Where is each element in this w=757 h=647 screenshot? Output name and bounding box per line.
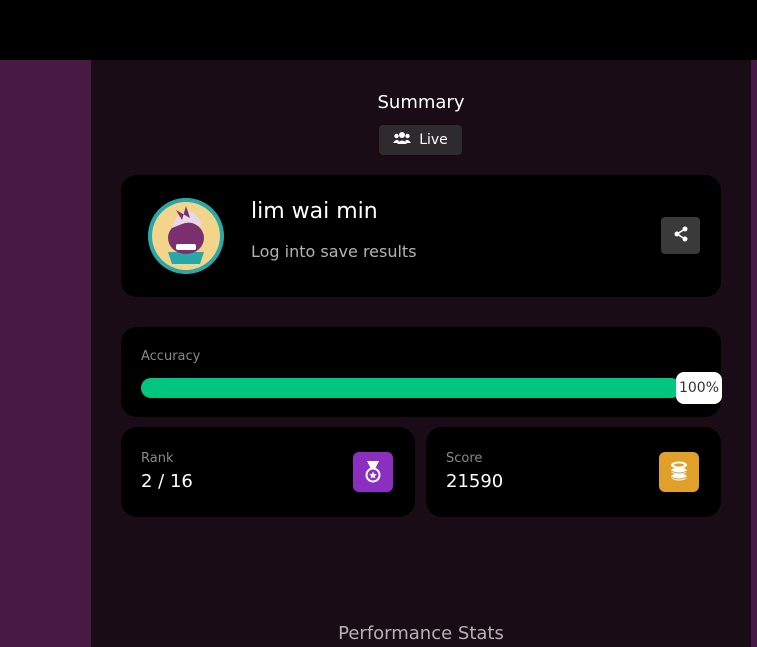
live-label: Live: [419, 132, 448, 148]
live-mode-badge: Live: [379, 125, 462, 155]
right-side-strip: [751, 60, 757, 647]
accuracy-label: Accuracy: [141, 349, 201, 364]
accuracy-percent: 100%: [676, 372, 722, 404]
summary-panel: Summary Live lim wai min Log into save r…: [91, 60, 751, 647]
rank-value: 2 / 16: [141, 471, 193, 492]
profile-card: lim wai min Log into save results: [121, 175, 721, 297]
medal-icon: [353, 452, 393, 492]
page-title: Summary: [377, 92, 465, 113]
users-icon: [393, 131, 412, 149]
share-icon: [673, 226, 689, 246]
rank-card: Rank 2 / 16: [121, 427, 415, 517]
player-name: lim wai min: [251, 199, 378, 224]
top-bar: [0, 0, 757, 60]
accuracy-card: Accuracy 100%: [121, 327, 722, 417]
performance-stats-heading: Performance Stats: [338, 623, 504, 644]
coins-icon: [659, 452, 699, 492]
rank-label: Rank: [141, 451, 174, 466]
score-label: Score: [446, 451, 483, 466]
score-card: Score 21590: [426, 427, 721, 517]
score-value: 21590: [446, 471, 504, 492]
login-prompt-text[interactable]: Log into save results: [251, 242, 417, 261]
avatar: [148, 198, 224, 274]
left-side-strip: [0, 60, 91, 647]
share-button[interactable]: [661, 217, 700, 254]
accuracy-bar-fill: [141, 378, 681, 398]
